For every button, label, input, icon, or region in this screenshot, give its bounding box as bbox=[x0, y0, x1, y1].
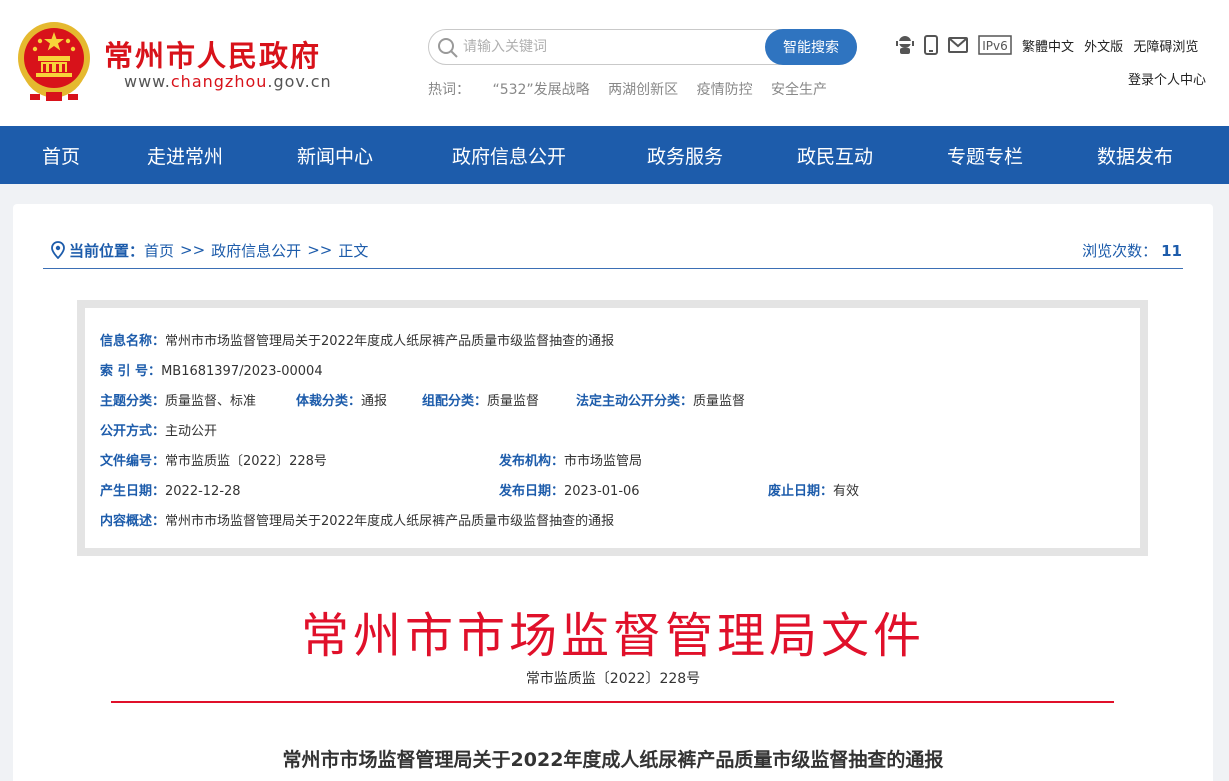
info-label: 公开方式： bbox=[100, 424, 166, 439]
breadcrumb-separator: >> bbox=[307, 241, 333, 259]
info-label: 组配分类： bbox=[422, 394, 488, 409]
nav-item-topics[interactable]: 专题专栏 bbox=[947, 142, 1023, 169]
info-row-group: 组配分类：质量监督 bbox=[422, 390, 539, 409]
info-label: 索 引 号： bbox=[100, 364, 162, 379]
info-value: 质量监督 bbox=[487, 394, 540, 409]
info-value: MB1681397/2023-00004 bbox=[161, 364, 323, 379]
view-count: 浏览次数： 11 bbox=[1082, 240, 1182, 261]
ipv6-icon: IPv6 bbox=[978, 35, 1012, 55]
nav-item-services[interactable]: 政务服务 bbox=[647, 142, 723, 169]
info-value: 2022-12-28 bbox=[165, 484, 241, 499]
mail-icon[interactable] bbox=[948, 37, 968, 53]
info-value: 通报 bbox=[361, 394, 388, 409]
nav-item-gov-info[interactable]: 政府信息公开 bbox=[452, 142, 566, 169]
smart-search-button[interactable]: 智能搜索 bbox=[765, 29, 857, 65]
search-input[interactable] bbox=[463, 36, 753, 58]
info-label: 发布日期： bbox=[499, 484, 565, 499]
content-panel: 当前位置： 首页 >> 政府信息公开 >> 正文 浏览次数： 11 信息名称：常州… bbox=[13, 204, 1213, 781]
main-nav: 首页 走进常州 新闻中心 政府信息公开 政务服务 政民互动 专题专栏 数据发布 bbox=[0, 126, 1229, 184]
tool-icons: IPv6 bbox=[896, 34, 1022, 56]
info-row-expiry: 废止日期：有效 bbox=[768, 480, 859, 499]
hotword-link[interactable]: 疫情防控 bbox=[697, 82, 753, 98]
site-title: 常州市人民政府 bbox=[104, 39, 322, 73]
national-emblem-icon bbox=[18, 22, 90, 101]
hotwords: 热词： “532”发展战略 两湖创新区 疫情防控 安全生产 bbox=[428, 79, 841, 99]
breadcrumb: 当前位置： 首页 >> 政府信息公开 >> 正文 bbox=[51, 238, 368, 262]
nav-item-news[interactable]: 新闻中心 bbox=[297, 142, 373, 169]
url-prefix: www. bbox=[124, 72, 171, 91]
info-value: 2023-01-06 bbox=[564, 484, 640, 499]
url-suffix: .gov.cn bbox=[267, 72, 332, 91]
breadcrumb-current: 正文 bbox=[338, 241, 369, 260]
info-row-issuer: 发布机构：市市场监管局 bbox=[499, 450, 642, 469]
search-icon bbox=[438, 38, 458, 58]
info-label: 发布机构： bbox=[499, 454, 565, 469]
mobile-icon[interactable] bbox=[924, 35, 938, 55]
breadcrumb-separator: >> bbox=[180, 241, 206, 259]
info-value: 常州市市场监督管理局关于2022年度成人纸尿裤产品质量市级监督抽查的通报 bbox=[165, 334, 615, 349]
info-box-inner: 信息名称：常州市市场监督管理局关于2022年度成人纸尿裤产品质量市级监督抽查的通… bbox=[85, 308, 1140, 548]
accessibility-link[interactable]: 无障碍浏览 bbox=[1133, 40, 1198, 55]
info-value: 有效 bbox=[833, 484, 860, 499]
document-title: 常州市市场监督管理局文件 bbox=[300, 608, 925, 664]
breadcrumb-home[interactable]: 首页 bbox=[144, 240, 174, 261]
location-pin-icon bbox=[51, 241, 65, 259]
info-label: 文件编号： bbox=[100, 454, 166, 469]
robot-icon[interactable] bbox=[896, 35, 914, 55]
hotwords-label: 热词： bbox=[428, 82, 470, 98]
info-label: 废止日期： bbox=[768, 484, 834, 499]
info-row-created: 产生日期：2022-12-28 bbox=[100, 480, 241, 499]
info-label: 信息名称： bbox=[100, 334, 166, 349]
nav-item-about[interactable]: 走进常州 bbox=[147, 142, 223, 169]
info-value: 主动公开 bbox=[165, 424, 218, 439]
breadcrumb-gov-info[interactable]: 政府信息公开 bbox=[211, 240, 301, 261]
info-label: 产生日期： bbox=[100, 484, 166, 499]
nav-item-data[interactable]: 数据发布 bbox=[1097, 142, 1173, 169]
hotword-link[interactable]: 两湖创新区 bbox=[608, 82, 678, 98]
info-value: 质量监督 bbox=[693, 394, 746, 409]
info-row-legal: 法定主动公开分类：质量监督 bbox=[576, 390, 745, 409]
info-label: 体裁分类： bbox=[296, 394, 362, 409]
hotword-link[interactable]: “532”发展战略 bbox=[492, 82, 589, 98]
info-row-name: 信息名称：常州市市场监督管理局关于2022年度成人纸尿裤产品质量市级监督抽查的通… bbox=[100, 330, 614, 349]
info-label: 主题分类： bbox=[100, 394, 166, 409]
info-value: 常州市市场监督管理局关于2022年度成人纸尿裤产品质量市级监督抽查的通报 bbox=[165, 514, 615, 529]
info-row-genre: 体裁分类：通报 bbox=[296, 390, 387, 409]
info-box: 信息名称：常州市市场监督管理局关于2022年度成人纸尿裤产品质量市级监督抽查的通… bbox=[77, 300, 1148, 556]
document-number: 常市监质监〔2022〕228号 bbox=[525, 671, 701, 687]
login-link[interactable]: 登录个人中心 bbox=[1128, 69, 1206, 88]
info-value: 质量监督、标准 bbox=[165, 394, 257, 409]
info-row-topic: 主题分类：质量监督、标准 bbox=[100, 390, 256, 409]
url-highlight: changzhou bbox=[170, 72, 268, 91]
breadcrumb-divider bbox=[43, 268, 1183, 269]
info-value: 市市场监管局 bbox=[564, 454, 643, 469]
nav-item-interaction[interactable]: 政民互动 bbox=[797, 142, 873, 169]
site-url: www.changzhou.gov.cn bbox=[124, 72, 332, 91]
info-row-docno: 文件编号：常市监质监〔2022〕228号 bbox=[100, 450, 327, 469]
info-row-method: 公开方式：主动公开 bbox=[100, 420, 217, 439]
search-box: 智能搜索 bbox=[428, 29, 857, 65]
view-count-label: 浏览次数： bbox=[1082, 242, 1158, 260]
traditional-chinese-link[interactable]: 繁體中文 bbox=[1022, 40, 1074, 55]
info-label: 内容概述： bbox=[100, 514, 166, 529]
info-label: 法定主动公开分类： bbox=[576, 394, 694, 409]
info-row-summary: 内容概述：常州市市场监督管理局关于2022年度成人纸尿裤产品质量市级监督抽查的通… bbox=[100, 510, 614, 529]
article-title: 常州市市场监督管理局关于2022年度成人纸尿裤产品质量市级监督抽查的通报 bbox=[282, 749, 944, 771]
foreign-language-link[interactable]: 外文版 bbox=[1084, 40, 1123, 55]
view-count-value: 11 bbox=[1161, 242, 1182, 260]
breadcrumb-label: 当前位置： bbox=[69, 241, 145, 260]
site-header: 常州市人民政府 www.changzhou.gov.cn 智能搜索 热词： “5… bbox=[0, 0, 1229, 126]
hotword-link[interactable]: 安全生产 bbox=[771, 82, 827, 98]
info-row-published: 发布日期：2023-01-06 bbox=[499, 480, 640, 499]
ipv6-text: IPv6 bbox=[982, 39, 1008, 53]
info-value: 常市监质监〔2022〕228号 bbox=[165, 454, 327, 469]
nav-item-home[interactable]: 首页 bbox=[42, 142, 80, 169]
document-red-divider bbox=[111, 701, 1114, 703]
top-links: 繁體中文 外文版 无障碍浏览 bbox=[1022, 36, 1204, 55]
info-row-index: 索 引 号：MB1681397/2023-00004 bbox=[100, 360, 323, 379]
